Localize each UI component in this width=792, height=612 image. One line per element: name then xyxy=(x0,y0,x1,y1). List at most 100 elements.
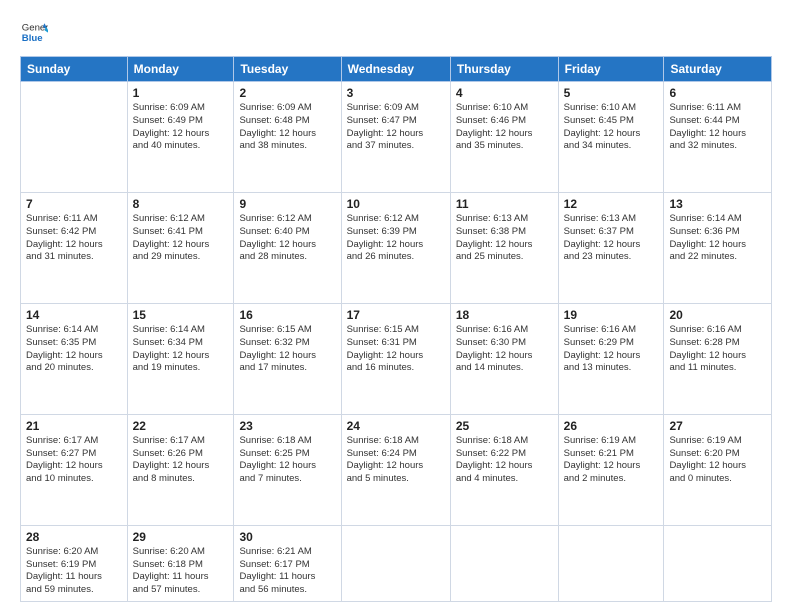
cell-info: Sunrise: 6:13 AM Sunset: 6:38 PM Dayligh… xyxy=(456,213,553,264)
cell-date-number: 19 xyxy=(564,308,659,322)
cell-date-number: 28 xyxy=(26,530,122,544)
cell-info: Sunrise: 6:18 AM Sunset: 6:25 PM Dayligh… xyxy=(239,435,335,486)
calendar-cell: 22 Sunrise: 6:17 AM Sunset: 6:26 PM Dayli… xyxy=(127,414,234,525)
calendar-cell: 3Sunrise: 6:09 AM Sunset: 6:47 PM Daylig… xyxy=(341,82,450,193)
cell-info: Sunrise: 6:11 AM Sunset: 6:44 PM Dayligh… xyxy=(669,102,766,153)
cell-date-number: 3 xyxy=(347,86,445,100)
cell-info: Sunrise: 6:19 AM Sunset: 6:21 PM Dayligh… xyxy=(564,435,659,486)
cell-info: Sunrise: 6:16 AM Sunset: 6:28 PM Dayligh… xyxy=(669,324,766,375)
calendar-cell: 1 Sunrise: 6:09 AM Sunset: 6:49 PM Daylig… xyxy=(127,82,234,193)
cell-info: Sunrise: 6:16 AM Sunset: 6:30 PM Dayligh… xyxy=(456,324,553,375)
cell-info: Sunrise: 6:16 AM Sunset: 6:29 PM Dayligh… xyxy=(564,324,659,375)
week-row-4: 28 Sunrise: 6:20 AM Sunset: 6:19 PM Dayli… xyxy=(21,525,772,601)
cell-date-number: 9 xyxy=(239,197,335,211)
cell-info: Sunrise: 6:18 AM Sunset: 6:24 PM Dayligh… xyxy=(347,435,445,486)
cell-date-number: 15 xyxy=(133,308,229,322)
calendar-cell xyxy=(558,525,664,601)
cell-info: Sunrise: 6:20 AM Sunset: 6:18 PM Dayligh… xyxy=(133,546,229,597)
cell-info: Sunrise: 6:15 AM Sunset: 6:31 PM Dayligh… xyxy=(347,324,445,375)
cell-date-number: 13 xyxy=(669,197,766,211)
calendar-cell: 20 Sunrise: 6:16 AM Sunset: 6:28 PM Dayli… xyxy=(664,303,772,414)
cell-date-number: 7 xyxy=(26,197,122,211)
calendar-cell: 8 Sunrise: 6:12 AM Sunset: 6:41 PM Daylig… xyxy=(127,192,234,303)
calendar-cell: 23 Sunrise: 6:18 AM Sunset: 6:25 PM Dayli… xyxy=(234,414,341,525)
calendar-cell xyxy=(450,525,558,601)
cell-date-number: 27 xyxy=(669,419,766,433)
cell-info: Sunrise: 6:12 AM Sunset: 6:39 PM Dayligh… xyxy=(347,213,445,264)
cell-date-number: 5 xyxy=(564,86,659,100)
cell-info: Sunrise: 6:12 AM Sunset: 6:40 PM Dayligh… xyxy=(239,213,335,264)
calendar-cell xyxy=(21,82,128,193)
calendar-cell: 6 Sunrise: 6:11 AM Sunset: 6:44 PM Daylig… xyxy=(664,82,772,193)
cell-info: Sunrise: 6:14 AM Sunset: 6:36 PM Dayligh… xyxy=(669,213,766,264)
week-row-3: 21 Sunrise: 6:17 AM Sunset: 6:27 PM Dayli… xyxy=(21,414,772,525)
day-header-friday: Friday xyxy=(558,57,664,82)
cell-date-number: 24 xyxy=(347,419,445,433)
svg-text:General: General xyxy=(22,22,48,33)
cell-info: Sunrise: 6:20 AM Sunset: 6:19 PM Dayligh… xyxy=(26,546,122,597)
cell-date-number: 16 xyxy=(239,308,335,322)
cell-date-number: 6 xyxy=(669,86,766,100)
page: General Blue SundayMondayTuesdayWednesda… xyxy=(0,0,792,612)
cell-info: Sunrise: 6:19 AM Sunset: 6:20 PM Dayligh… xyxy=(669,435,766,486)
calendar-cell: 4 Sunrise: 6:10 AM Sunset: 6:46 PM Daylig… xyxy=(450,82,558,193)
day-header-tuesday: Tuesday xyxy=(234,57,341,82)
header: General Blue xyxy=(20,18,772,46)
calendar-cell: 21 Sunrise: 6:17 AM Sunset: 6:27 PM Dayli… xyxy=(21,414,128,525)
cell-info: Sunrise: 6:10 AM Sunset: 6:46 PM Dayligh… xyxy=(456,102,553,153)
cell-date-number: 11 xyxy=(456,197,553,211)
cell-date-number: 14 xyxy=(26,308,122,322)
calendar-cell: 24 Sunrise: 6:18 AM Sunset: 6:24 PM Dayli… xyxy=(341,414,450,525)
calendar-cell: 13 Sunrise: 6:14 AM Sunset: 6:36 PM Dayli… xyxy=(664,192,772,303)
cell-info: Sunrise: 6:14 AM Sunset: 6:34 PM Dayligh… xyxy=(133,324,229,375)
cell-info: Sunrise: 6:13 AM Sunset: 6:37 PM Dayligh… xyxy=(564,213,659,264)
cell-date-number: 22 xyxy=(133,419,229,433)
cell-date-number: 25 xyxy=(456,419,553,433)
calendar-cell: 12 Sunrise: 6:13 AM Sunset: 6:37 PM Dayli… xyxy=(558,192,664,303)
day-header-saturday: Saturday xyxy=(664,57,772,82)
cell-date-number: 26 xyxy=(564,419,659,433)
cell-info: Sunrise: 6:11 AM Sunset: 6:42 PM Dayligh… xyxy=(26,213,122,264)
day-header-wednesday: Wednesday xyxy=(341,57,450,82)
cell-date-number: 1 xyxy=(133,86,229,100)
cell-date-number: 23 xyxy=(239,419,335,433)
calendar-cell: 16Sunrise: 6:15 AM Sunset: 6:32 PM Dayli… xyxy=(234,303,341,414)
day-header-thursday: Thursday xyxy=(450,57,558,82)
cell-date-number: 29 xyxy=(133,530,229,544)
calendar-cell xyxy=(341,525,450,601)
cell-info: Sunrise: 6:12 AM Sunset: 6:41 PM Dayligh… xyxy=(133,213,229,264)
calendar-cell: 11 Sunrise: 6:13 AM Sunset: 6:38 PM Dayli… xyxy=(450,192,558,303)
cell-date-number: 4 xyxy=(456,86,553,100)
cell-date-number: 21 xyxy=(26,419,122,433)
cell-info: Sunrise: 6:09 AM Sunset: 6:49 PM Dayligh… xyxy=(133,102,229,153)
logo: General Blue xyxy=(20,18,52,46)
calendar-cell xyxy=(664,525,772,601)
calendar-cell: 14Sunrise: 6:14 AM Sunset: 6:35 PM Dayli… xyxy=(21,303,128,414)
calendar-cell: 28 Sunrise: 6:20 AM Sunset: 6:19 PM Dayli… xyxy=(21,525,128,601)
calendar: SundayMondayTuesdayWednesdayThursdayFrid… xyxy=(20,56,772,602)
cell-date-number: 30 xyxy=(239,530,335,544)
calendar-cell: 15 Sunrise: 6:14 AM Sunset: 6:34 PM Dayli… xyxy=(127,303,234,414)
cell-date-number: 2 xyxy=(239,86,335,100)
calendar-cell: 10Sunrise: 6:12 AM Sunset: 6:39 PM Dayli… xyxy=(341,192,450,303)
calendar-cell: 9 Sunrise: 6:12 AM Sunset: 6:40 PM Daylig… xyxy=(234,192,341,303)
cell-info: Sunrise: 6:17 AM Sunset: 6:27 PM Dayligh… xyxy=(26,435,122,486)
calendar-cell: 5 Sunrise: 6:10 AM Sunset: 6:45 PM Daylig… xyxy=(558,82,664,193)
cell-date-number: 12 xyxy=(564,197,659,211)
cell-info: Sunrise: 6:18 AM Sunset: 6:22 PM Dayligh… xyxy=(456,435,553,486)
cell-date-number: 18 xyxy=(456,308,553,322)
calendar-cell: 30Sunrise: 6:21 AM Sunset: 6:17 PM Dayli… xyxy=(234,525,341,601)
cell-date-number: 17 xyxy=(347,308,445,322)
cell-date-number: 20 xyxy=(669,308,766,322)
svg-text:Blue: Blue xyxy=(22,33,43,44)
calendar-cell: 27 Sunrise: 6:19 AM Sunset: 6:20 PM Dayli… xyxy=(664,414,772,525)
calendar-cell: 2Sunrise: 6:09 AM Sunset: 6:48 PM Daylig… xyxy=(234,82,341,193)
week-row-0: 1 Sunrise: 6:09 AM Sunset: 6:49 PM Daylig… xyxy=(21,82,772,193)
calendar-cell: 7 Sunrise: 6:11 AM Sunset: 6:42 PM Daylig… xyxy=(21,192,128,303)
cell-info: Sunrise: 6:10 AM Sunset: 6:45 PM Dayligh… xyxy=(564,102,659,153)
day-header-sunday: Sunday xyxy=(21,57,128,82)
cell-info: Sunrise: 6:17 AM Sunset: 6:26 PM Dayligh… xyxy=(133,435,229,486)
day-header-monday: Monday xyxy=(127,57,234,82)
logo-icon: General Blue xyxy=(20,18,48,46)
cell-date-number: 8 xyxy=(133,197,229,211)
